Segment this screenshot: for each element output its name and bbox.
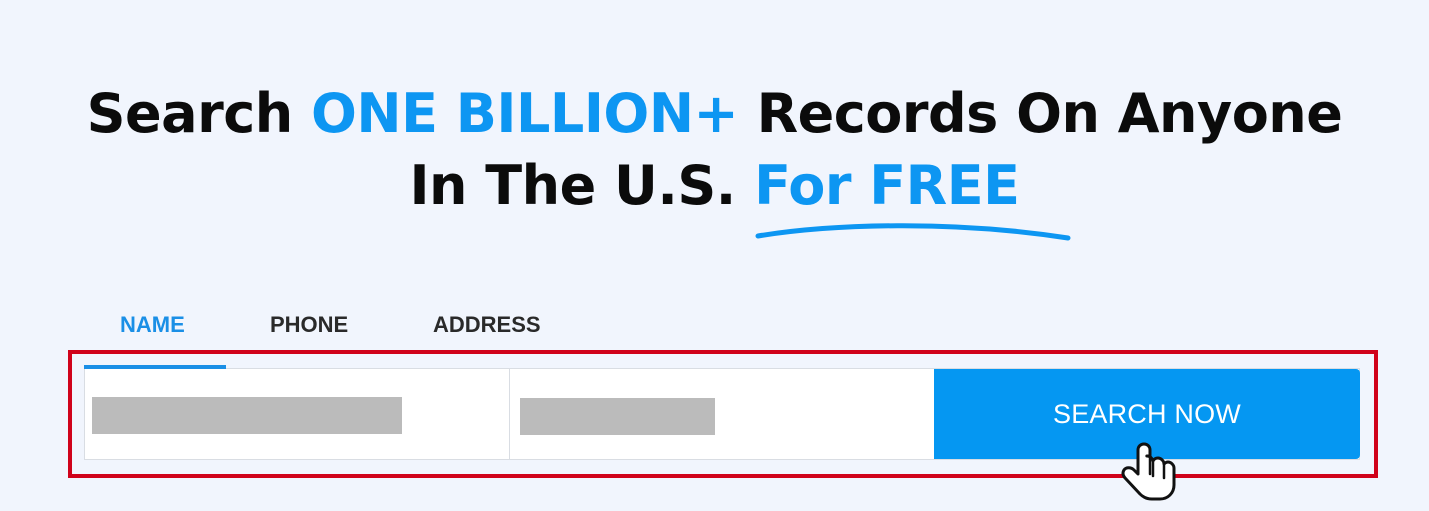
tab-name[interactable]: NAME [120, 309, 185, 341]
name-input[interactable] [85, 369, 510, 459]
headline-text: In The U.S. [409, 154, 755, 217]
active-tab-indicator [84, 365, 226, 369]
headline-line-1: Search ONE BILLION+ Records On Anyone [0, 78, 1429, 150]
redacted-location-value [520, 398, 715, 435]
headline-accent-text: For FREE [754, 154, 1020, 217]
headline-line-2: In The U.S. For FREE [0, 150, 1429, 222]
hand-pointer-icon [1121, 442, 1176, 501]
tab-phone[interactable]: PHONE [270, 309, 348, 341]
headline-text: Records On Anyone [738, 82, 1343, 145]
location-input[interactable] [510, 369, 934, 459]
tab-address[interactable]: ADDRESS [433, 309, 541, 341]
headline-text: Search [86, 82, 311, 145]
page-headline: Search ONE BILLION+ Records On Anyone In… [0, 78, 1429, 222]
headline-accent-text: ONE BILLION+ [310, 82, 739, 145]
swoosh-underline-decoration [755, 223, 1071, 241]
redacted-name-value [92, 397, 402, 434]
